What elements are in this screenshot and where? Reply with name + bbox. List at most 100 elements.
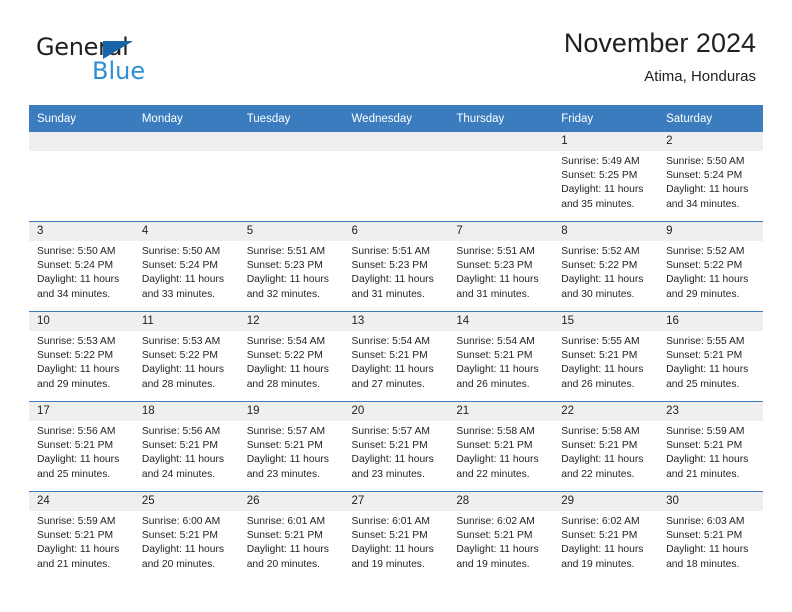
day-number: 28 — [448, 492, 554, 511]
calendar-header-row: Sunday Monday Tuesday Wednesday Thursday… — [29, 105, 763, 132]
daylight-text: Daylight: 11 hours and 26 minutes. — [561, 364, 644, 390]
calendar-day-cell-empty — [448, 132, 554, 222]
sunset-text: Sunset: 5:21 PM — [456, 350, 533, 362]
daylight-text: Daylight: 11 hours and 24 minutes. — [141, 454, 225, 480]
calendar-day-cell[interactable]: 11 Sunrise: 5:53 AM Sunset: 5:22 PM Dayligh… — [133, 311, 239, 402]
daylight-text: Daylight: 11 hours and 33 minutes. — [141, 274, 225, 300]
sunset-text: Sunset: 5:24 PM — [37, 260, 114, 272]
day-sun-info: Sunrise: 5:51 AM Sunset: 5:23 PM Daylight:… — [344, 241, 449, 302]
daylight-text: Daylight: 11 hours and 22 minutes. — [456, 454, 539, 480]
day-sun-info: Sunrise: 6:02 AM Sunset: 5:21 PM Daylight:… — [448, 511, 553, 572]
sunset-text: Sunset: 5:24 PM — [141, 260, 218, 272]
sunset-text: Sunset: 5:21 PM — [666, 350, 743, 362]
sunset-text: Sunset: 5:25 PM — [561, 170, 638, 182]
calendar-day-cell[interactable]: 28 Sunrise: 6:02 AM Sunset: 5:21 PM Dayligh… — [448, 491, 554, 581]
day-box: 27 Sunrise: 6:01 AM Sunset: 5:21 PM Dayligh… — [343, 492, 449, 581]
sunrise-text: Sunrise: 5:59 AM — [666, 426, 745, 437]
calendar-day-cell[interactable]: 30 Sunrise: 6:03 AM Sunset: 5:21 PM Dayligh… — [658, 491, 763, 581]
calendar-day-cell[interactable]: 25 Sunrise: 6:00 AM Sunset: 5:21 PM Dayligh… — [133, 491, 239, 581]
daylight-text: Daylight: 11 hours and 29 minutes. — [666, 274, 749, 300]
day-sun-info: Sunrise: 5:58 AM Sunset: 5:21 PM Daylight:… — [448, 421, 553, 482]
day-sun-info: Sunrise: 5:51 AM Sunset: 5:23 PM Daylight:… — [239, 241, 344, 302]
sunset-text: Sunset: 5:21 PM — [561, 440, 638, 452]
calendar-day-cell[interactable]: 9 Sunrise: 5:52 AM Sunset: 5:22 PM Daylight… — [658, 221, 763, 312]
calendar-day-cell[interactable]: 12 Sunrise: 5:54 AM Sunset: 5:22 PM Dayligh… — [238, 311, 344, 402]
day-number: 23 — [658, 402, 763, 421]
calendar-day-cell[interactable]: 19 Sunrise: 5:57 AM Sunset: 5:21 PM Dayligh… — [238, 401, 344, 492]
calendar-day-cell[interactable]: 2 Sunrise: 5:50 AM Sunset: 5:24 PM Daylight… — [658, 132, 763, 222]
calendar-day-cell[interactable]: 1 Sunrise: 5:49 AM Sunset: 5:25 PM Daylight… — [553, 132, 659, 222]
day-number: 7 — [448, 222, 554, 241]
weekday-header-thursday: Thursday — [448, 105, 554, 132]
day-sun-info: Sunrise: 5:57 AM Sunset: 5:21 PM Daylight:… — [239, 421, 344, 482]
day-box: 24 Sunrise: 5:59 AM Sunset: 5:21 PM Dayligh… — [29, 492, 134, 581]
calendar-day-cell[interactable]: 20 Sunrise: 5:57 AM Sunset: 5:21 PM Dayligh… — [343, 401, 449, 492]
day-sun-info: Sunrise: 5:54 AM Sunset: 5:21 PM Daylight:… — [448, 331, 553, 392]
sunrise-text: Sunrise: 6:01 AM — [246, 516, 326, 527]
sunset-text: Sunset: 5:21 PM — [141, 440, 218, 452]
daylight-text: Daylight: 11 hours and 19 minutes. — [351, 544, 434, 570]
sunrise-text: Sunrise: 5:51 AM — [456, 246, 535, 257]
sunrise-text: Sunrise: 5:50 AM — [141, 246, 221, 257]
general-blue-logo[interactable]: General Blue — [36, 34, 216, 90]
day-number — [448, 132, 554, 151]
sunset-text: Sunset: 5:21 PM — [666, 530, 743, 542]
page-subtitle: Atima, Honduras — [644, 68, 756, 85]
calendar-day-cell[interactable]: 8 Sunrise: 5:52 AM Sunset: 5:22 PM Daylight… — [553, 221, 659, 312]
sunset-text: Sunset: 5:21 PM — [37, 530, 114, 542]
daylight-text: Daylight: 11 hours and 34 minutes. — [37, 274, 120, 300]
sunset-text: Sunset: 5:21 PM — [141, 530, 218, 542]
calendar-day-cell[interactable]: 7 Sunrise: 5:51 AM Sunset: 5:23 PM Daylight… — [448, 221, 554, 312]
day-box: 11 Sunrise: 5:53 AM Sunset: 5:22 PM Dayligh… — [133, 312, 239, 402]
calendar-day-cell[interactable]: 29 Sunrise: 6:02 AM Sunset: 5:21 PM Dayligh… — [553, 491, 659, 581]
day-number: 6 — [343, 222, 449, 241]
calendar-day-cell-empty — [29, 132, 134, 222]
sunrise-text: Sunrise: 6:03 AM — [666, 516, 745, 527]
day-sun-info: Sunrise: 6:00 AM Sunset: 5:21 PM Daylight:… — [134, 511, 239, 572]
calendar-day-cell[interactable]: 4 Sunrise: 5:50 AM Sunset: 5:24 PM Daylight… — [133, 221, 239, 312]
sunrise-text: Sunrise: 5:55 AM — [561, 336, 640, 347]
calendar-day-cell[interactable]: 14 Sunrise: 5:54 AM Sunset: 5:21 PM Dayligh… — [448, 311, 554, 402]
daylight-text: Daylight: 11 hours and 31 minutes. — [351, 274, 434, 300]
day-sun-info: Sunrise: 5:49 AM Sunset: 5:25 PM Daylight:… — [553, 151, 658, 212]
sunset-text: Sunset: 5:21 PM — [351, 350, 428, 362]
calendar-day-cell[interactable]: 22 Sunrise: 5:58 AM Sunset: 5:21 PM Dayligh… — [553, 401, 659, 492]
day-box — [238, 132, 344, 221]
calendar-day-cell[interactable]: 10 Sunrise: 5:53 AM Sunset: 5:22 PM Dayligh… — [29, 311, 134, 402]
day-number: 26 — [238, 492, 344, 511]
sunset-text: Sunset: 5:22 PM — [141, 350, 218, 362]
day-sun-info: Sunrise: 5:59 AM Sunset: 5:21 PM Daylight:… — [658, 421, 763, 482]
sunrise-text: Sunrise: 5:54 AM — [456, 336, 535, 347]
calendar-day-cell[interactable]: 23 Sunrise: 5:59 AM Sunset: 5:21 PM Dayligh… — [658, 401, 763, 492]
calendar-day-cell[interactable]: 18 Sunrise: 5:56 AM Sunset: 5:21 PM Dayligh… — [133, 401, 239, 492]
daylight-text: Daylight: 11 hours and 26 minutes. — [456, 364, 539, 390]
calendar-day-cell[interactable]: 21 Sunrise: 5:58 AM Sunset: 5:21 PM Dayligh… — [448, 401, 554, 492]
daylight-text: Daylight: 11 hours and 29 minutes. — [37, 364, 120, 390]
calendar-day-cell[interactable]: 5 Sunrise: 5:51 AM Sunset: 5:23 PM Daylight… — [238, 221, 344, 312]
calendar-day-cell[interactable]: 27 Sunrise: 6:01 AM Sunset: 5:21 PM Dayligh… — [343, 491, 449, 581]
calendar-day-cell[interactable]: 15 Sunrise: 5:55 AM Sunset: 5:21 PM Dayligh… — [553, 311, 659, 402]
calendar-day-cell[interactable]: 13 Sunrise: 5:54 AM Sunset: 5:21 PM Dayligh… — [343, 311, 449, 402]
day-box: 14 Sunrise: 5:54 AM Sunset: 5:21 PM Dayligh… — [448, 312, 554, 402]
logo-text-blue: Blue — [92, 57, 146, 85]
daylight-text: Daylight: 11 hours and 35 minutes. — [561, 184, 644, 210]
calendar-day-cell[interactable]: 6 Sunrise: 5:51 AM Sunset: 5:23 PM Daylight… — [343, 221, 449, 312]
day-box: 8 Sunrise: 5:52 AM Sunset: 5:22 PM Daylight… — [553, 222, 659, 312]
calendar-day-cell[interactable]: 26 Sunrise: 6:01 AM Sunset: 5:21 PM Dayligh… — [238, 491, 344, 581]
day-number: 2 — [658, 132, 763, 151]
sunrise-text: Sunrise: 5:53 AM — [141, 336, 221, 347]
sunrise-text: Sunrise: 5:52 AM — [561, 246, 640, 257]
day-sun-info: Sunrise: 5:52 AM Sunset: 5:22 PM Daylight:… — [658, 241, 763, 302]
sunrise-text: Sunrise: 6:02 AM — [456, 516, 535, 527]
sunrise-text: Sunrise: 6:01 AM — [351, 516, 430, 527]
calendar-day-cell-empty — [133, 132, 239, 222]
day-number: 3 — [29, 222, 134, 241]
sunset-text: Sunset: 5:21 PM — [246, 530, 323, 542]
calendar-day-cell[interactable]: 16 Sunrise: 5:55 AM Sunset: 5:21 PM Dayligh… — [658, 311, 763, 402]
sunset-text: Sunset: 5:24 PM — [666, 170, 743, 182]
day-box: 12 Sunrise: 5:54 AM Sunset: 5:22 PM Dayligh… — [238, 312, 344, 402]
calendar-day-cell[interactable]: 3 Sunrise: 5:50 AM Sunset: 5:24 PM Daylight… — [29, 221, 134, 312]
calendar-day-cell[interactable]: 24 Sunrise: 5:59 AM Sunset: 5:21 PM Dayligh… — [29, 491, 134, 581]
calendar-day-cell[interactable]: 17 Sunrise: 5:56 AM Sunset: 5:21 PM Dayligh… — [29, 401, 134, 492]
sunrise-text: Sunrise: 5:54 AM — [351, 336, 430, 347]
